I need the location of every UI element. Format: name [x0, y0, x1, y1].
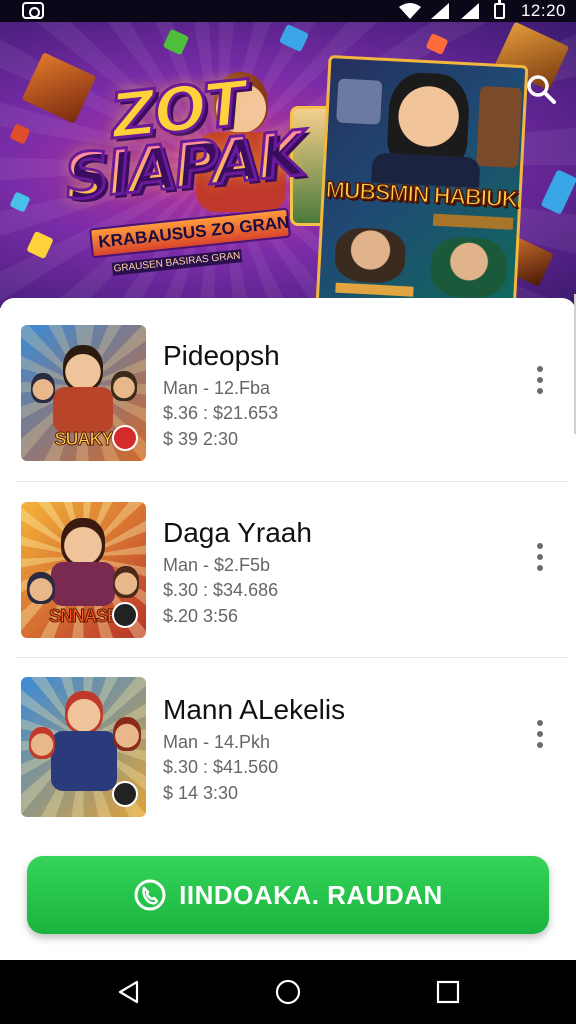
scroll-indicator	[570, 294, 576, 434]
feature-poster[interactable]: MUBSMIN HABIUK	[315, 54, 529, 308]
search-icon[interactable]	[524, 72, 558, 106]
poster-character	[333, 226, 407, 285]
game-thumbnail	[21, 677, 146, 817]
status-bar: 12:20	[0, 0, 576, 22]
item-price: $.30 : $34.686	[163, 580, 279, 600]
divider	[16, 481, 568, 482]
thumbnail-badge	[112, 425, 138, 451]
signal-icon	[431, 3, 449, 19]
clock: 12:20	[520, 1, 566, 20]
poster-subtitle-bar	[432, 213, 514, 230]
list-item[interactable]: SNNASE Daga Yraah Man - $2.F5b $.30 : $3…	[0, 487, 576, 655]
thumbnail-badge	[112, 602, 138, 628]
primary-action-button[interactable]: IINDOAKA. RAUDAN	[27, 856, 549, 934]
item-title: Mann ALekelis	[163, 694, 346, 725]
list-item[interactable]: SUAKY Pideopsh Man - 12.Fba $.36 : $21.6…	[0, 310, 576, 478]
item-time: $ 14 3:30	[163, 783, 239, 803]
item-price: $.36 : $21.653	[163, 403, 279, 423]
recents-icon[interactable]	[434, 978, 462, 1006]
thumbnail-badge	[112, 781, 138, 807]
poster-panel	[336, 78, 383, 125]
game-list: SUAKY Pideopsh Man - 12.Fba $.36 : $21.6…	[0, 298, 576, 838]
item-meta: Man - 14.Pkh	[163, 732, 271, 752]
item-title: Daga Yraah	[163, 517, 312, 548]
game-thumbnail: SNNASE	[21, 502, 146, 638]
poster-title: MUBSMIN HABIUK	[324, 175, 518, 212]
divider	[16, 657, 568, 658]
primary-action-label: IINDOAKA. RAUDAN	[179, 879, 443, 910]
wifi-icon	[399, 3, 421, 19]
item-meta: Man - 12.Fba	[163, 378, 271, 398]
signal-icon	[461, 3, 479, 19]
camera-icon	[22, 2, 44, 19]
poster-character	[429, 235, 509, 300]
battery-icon	[494, 0, 505, 19]
item-time: $.20 3:56	[163, 606, 239, 626]
item-time: $ 39 2:30	[163, 429, 239, 449]
item-title: Pideopsh	[163, 340, 280, 371]
hero-banner[interactable]: ZOT SIAPAK KRABAUSUS ZO GRAN GRAUSEN BAS…	[0, 22, 576, 308]
home-icon[interactable]	[274, 978, 302, 1006]
system-nav-bar	[0, 960, 576, 1024]
item-price: $.30 : $41.560	[163, 757, 279, 777]
more-vert-icon[interactable]	[532, 720, 548, 754]
more-vert-icon[interactable]	[532, 366, 548, 400]
back-icon[interactable]	[115, 978, 143, 1006]
more-vert-icon[interactable]	[532, 543, 548, 577]
phone-icon	[134, 879, 166, 911]
item-meta: Man - $2.F5b	[163, 555, 271, 575]
poster-caption	[335, 282, 414, 297]
poster-panel	[476, 85, 523, 169]
game-thumbnail: SUAKY	[21, 325, 146, 461]
list-item[interactable]: Mann ALekelis Man - 14.Pkh $.30 : $41.56…	[0, 664, 576, 832]
